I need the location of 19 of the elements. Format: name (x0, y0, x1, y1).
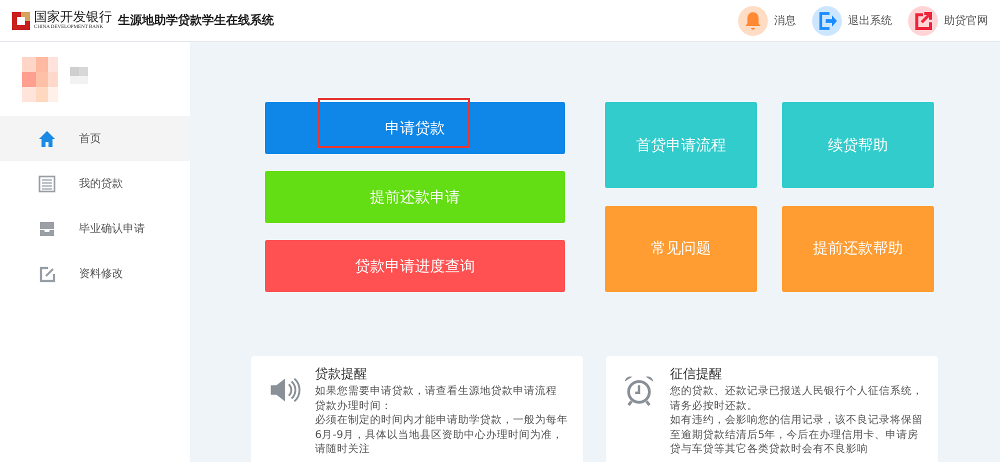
home-icon (37, 128, 57, 148)
notice-text: 您的贷款、还款记录已报送人民银行个人征信系统，请务必按时还款。 (670, 384, 924, 413)
system-title: 生源地助学贷款学生在线系统 (118, 12, 274, 29)
notice-text: 必须在制定的时间内才能申请助学贷款，一般为每年6月-9月，具体以当地县区资助中心办理时间为准，请随时关注 (315, 413, 569, 456)
notice-title: 贷款提醒 (315, 367, 368, 383)
header-link[interactable]: 退出系统 (848, 13, 892, 28)
logout-icon[interactable] (812, 6, 842, 36)
notice-text: 贷款办理时间： (315, 398, 393, 413)
external-link-icon[interactable] (908, 6, 938, 36)
bell-icon[interactable] (738, 6, 768, 36)
logo-icon (12, 12, 30, 30)
notice-title: 征信提醒 (670, 367, 723, 383)
sidebar-item[interactable]: 首页 (0, 116, 190, 161)
header-link[interactable]: 消息 (774, 13, 796, 28)
notice-text: 如有违约，会影响您的信用记录，该不良记录将保留至逾期贷款结清后5年，今后在办理信用卡、申请房贷与车贷等其它各类贷款时会有不良影响 (670, 413, 924, 456)
list-icon (37, 174, 57, 194)
header-link[interactable]: 助贷官网 (944, 13, 988, 28)
notice-text: 如果您需要申请贷款，请查看生源地贷款申请流程 (315, 384, 558, 398)
bank-name: 国家开发银行 (34, 10, 112, 25)
